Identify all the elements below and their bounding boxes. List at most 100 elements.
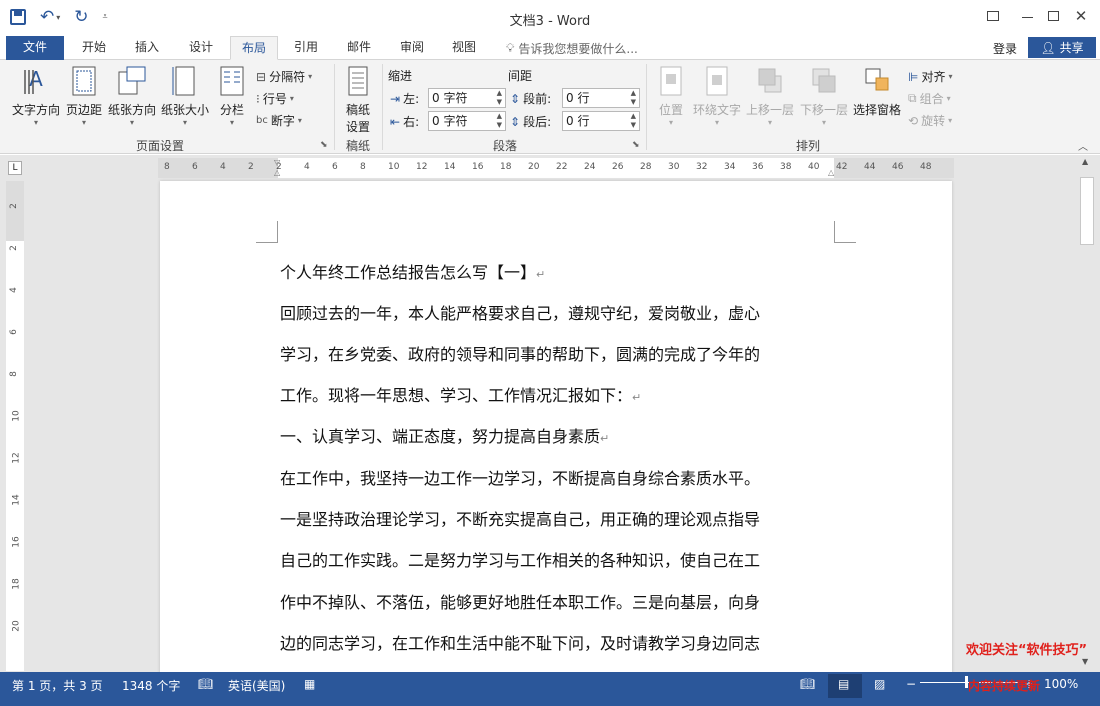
columns-button[interactable]: 分栏 ▾ [214,64,250,127]
zoom-level[interactable]: 100% [1044,677,1078,691]
redo-icon[interactable]: ↻ [74,7,88,27]
first-line-indent-marker[interactable]: ▽ [274,158,280,167]
document-area: L 8 6 4 2 2 4 6 8 10 12 14 16 18 20 22 24 26 28 30 32 34 36 38… [0,155,1100,672]
hyphenation-button[interactable]: bc 断字 ▾ [256,112,302,129]
word-count[interactable]: 1348 个字 [122,677,180,694]
tab-home[interactable]: 开始 [70,36,118,60]
doc-line: 作中不掉队、不落伍，能够更好地胜任本职工作。三是向基层，向身 [280,593,761,612]
vertical-ruler[interactable]: 2 2 4 6 8 10 12 14 16 18 20 [6,181,24,671]
ruler-tick-label: 44 [864,162,876,172]
bring-forward-button[interactable]: 上移一层 ▾ [744,64,796,127]
tab-review[interactable]: 审阅 [388,36,436,60]
wrap-text-icon [706,66,728,96]
scroll-up-icon[interactable]: ▲ [1082,157,1088,166]
ribbon-tabs: 文件 开始 插入 设计 布局 引用 邮件 审阅 视图 💡︎ 告诉我您想要做什么.… [0,36,1100,60]
draft-setup-label-1: 稿纸 [345,103,370,117]
proofing-icon[interactable]: 📖︎ [198,677,213,691]
tab-design[interactable]: 设计 [176,36,226,60]
align-button[interactable]: ⊫ 对齐 ▾ [908,68,952,85]
ruler-tick-label: 22 [556,162,568,172]
watermark-update: 内容持续更新 [968,679,1041,693]
horizontal-ruler[interactable]: 8 6 4 2 2 4 6 8 10 12 14 16 18 20 22 24 26 28 30 32 34 36 38 40… [158,158,954,178]
tab-view[interactable]: 视图 [440,36,488,60]
tab-references[interactable]: 引用 [282,36,330,60]
rotate-icon: ⟲ [908,113,919,128]
selection-pane-button[interactable]: 选择窗格 [852,64,902,118]
text-direction-button[interactable]: A 文字方向 ▾ [8,64,64,127]
columns-icon [220,66,244,96]
tab-selector-icon[interactable]: L [8,161,22,175]
line-numbers-button[interactable]: ⁝ 行号 ▾ [256,90,294,107]
spacing-before-value: 0 行 [566,91,590,105]
language[interactable]: 英语(美国) [228,677,285,694]
tell-me-box[interactable]: 💡︎ 告诉我您想要做什么... [506,40,638,57]
group-icon: ⧉ [908,91,917,105]
tab-layout[interactable]: 布局 [230,36,278,60]
send-backward-button[interactable]: 下移一层 ▾ [798,64,850,127]
draft-setup-button[interactable]: 稿纸 设置 [340,64,376,135]
print-layout-icon[interactable]: ▤ [838,677,849,691]
page-setup-launcher-icon[interactable]: ⬊ [320,140,328,150]
window-title: 文档3 - Word [509,14,591,29]
scroll-down-icon[interactable]: ▼ [1082,657,1088,666]
vertical-ruler-tick-label: 8 [8,371,19,377]
ruler-tick-label: 46 [892,162,904,172]
ruler-tick-label: 42 [836,162,848,172]
share-label: 共享 [1059,41,1084,55]
indent-header: 缩进 [388,69,413,83]
spacing-before-icon: ⇕ [510,91,521,106]
tab-mailings[interactable]: 邮件 [334,36,384,60]
page-count[interactable]: 第 1 页，共 3 页 [12,677,103,694]
position-icon [660,66,682,96]
ruler-tick-label: 8 [164,162,170,172]
read-mode-icon[interactable]: 📖︎ [800,677,815,691]
separator [382,64,383,150]
share-button[interactable]: 👤︎ 共享 [1028,37,1096,58]
orientation-icon [118,66,146,95]
ruler-tick-label: 4 [220,162,226,172]
zoom-out-icon[interactable]: − [906,677,916,691]
tab-insert[interactable]: 插入 [122,36,172,60]
rotate-button[interactable]: ⟲ 旋转 ▾ [908,112,952,129]
collapse-ribbon-icon[interactable]: ︿ [1078,138,1088,153]
macro-record-icon[interactable]: ▦ [304,677,315,691]
indent-right-label-group: ⇤ 右: [390,113,419,130]
separator [334,64,335,150]
size-button[interactable]: 纸张大小 ▾ [160,64,210,127]
scrollbar-thumb[interactable] [1080,177,1094,245]
tab-file[interactable]: 文件 [6,36,64,60]
undo-dropdown-icon[interactable]: ▾ [56,13,60,22]
document-page[interactable]: 个人年终工作总结报告怎么写【一】↵ 回顾过去的一年，本人能严格要求自己，遵规守纪… [160,181,952,672]
ribbon-display-options-icon[interactable] [976,0,1010,32]
ruler-tick-label: 30 [668,162,680,172]
breaks-label: 分隔符 [269,70,306,84]
spacing-after-label: 段后: [523,115,552,129]
ruler-tick-label: 16 [472,162,484,172]
close-icon[interactable]: ✕ [1064,0,1098,32]
indent-left-input[interactable]: 0 字符 ▲ ▼ [428,88,506,108]
web-layout-icon[interactable]: ▨ [874,677,885,691]
orientation-button[interactable]: 纸张方向 ▾ [106,64,158,127]
svg-text:A: A [29,67,43,91]
position-button[interactable]: 位置 ▾ [652,64,690,127]
sign-in-link[interactable]: 登录 [993,40,1017,57]
spacing-after-input[interactable]: 0 行 ▲ ▼ [562,111,640,131]
wrap-text-button[interactable]: 环绕文字 ▾ [692,64,742,127]
vertical-scrollbar[interactable]: ▲ ▼ [1078,155,1098,672]
margins-button[interactable]: 页边距 ▾ [64,64,104,127]
right-indent-marker[interactable]: △ [828,168,834,177]
customize-qat-icon[interactable]: ⩡ [103,12,108,22]
quick-access-toolbar: ↶ ▾ ↻ ⩡ [10,6,108,28]
indent-right-input[interactable]: 0 字符 ▲ ▼ [428,111,506,131]
spacing-before-input[interactable]: 0 行 ▲ ▼ [562,88,640,108]
hanging-indent-marker[interactable]: △ [274,168,280,177]
save-icon[interactable] [10,9,26,25]
group-button[interactable]: ⧉ 组合 ▾ [908,90,951,107]
undo-icon[interactable]: ↶ [40,7,54,27]
vertical-ruler-tick-label: 2 [8,203,19,209]
paragraph-launcher-icon[interactable]: ⬊ [632,140,640,150]
breaks-button[interactable]: ⊟ 分隔符 ▾ [256,68,312,85]
hyphenation-icon: bc [256,115,268,126]
doc-line: 边的同志学习，在工作和生活中能不耻下问，及时请教学习身边同志 [280,634,761,653]
vertical-ruler-tick-label: 4 [8,287,19,293]
